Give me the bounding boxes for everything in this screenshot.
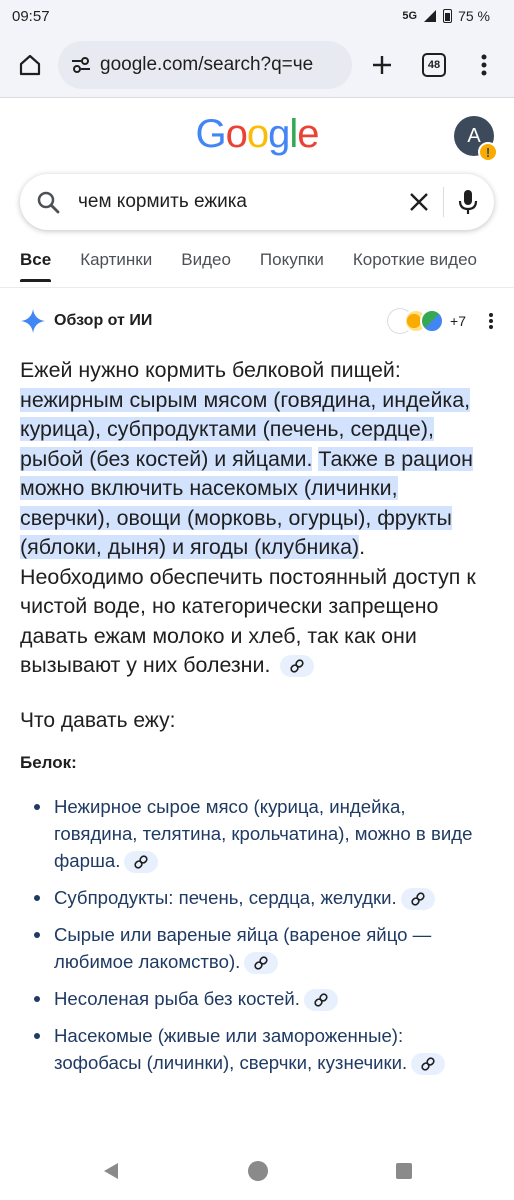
- status-icons: 5G 75 %: [402, 8, 490, 24]
- clear-icon[interactable]: [409, 192, 429, 212]
- link-icon: [411, 891, 425, 906]
- browser-toolbar: google.com/search?q=че 48: [0, 32, 514, 98]
- source-favicon-icon: [420, 309, 445, 333]
- browser-menu-button[interactable]: [464, 45, 504, 85]
- list-item: Несоленая рыба без костей.: [34, 985, 494, 1012]
- source-link-button[interactable]: [280, 655, 315, 678]
- site-settings-icon[interactable]: [70, 54, 92, 76]
- tab-all[interactable]: Все: [20, 246, 52, 287]
- plus-icon: [373, 55, 391, 74]
- more-sources-count: +7: [450, 313, 466, 329]
- ai-overview-header: Обзор от ИИ +7: [0, 306, 514, 336]
- gemini-sparkle-icon: [21, 309, 45, 333]
- status-time: 09:57: [12, 7, 50, 25]
- link-icon: [314, 992, 328, 1007]
- battery-level: 75 %: [458, 8, 490, 24]
- ai-sources[interactable]: +7: [388, 309, 466, 333]
- link-icon: [254, 955, 268, 970]
- ai-overview-text: Ежей нужно кормить белковой пищей: нежир…: [0, 356, 514, 681]
- new-tab-button[interactable]: [362, 45, 402, 85]
- more-vert-icon: [481, 54, 487, 75]
- account-avatar[interactable]: A !: [454, 116, 498, 162]
- home-icon: [19, 54, 41, 75]
- tab-count: 48: [422, 52, 446, 77]
- search-box[interactable]: чем кормить ежика: [20, 174, 494, 230]
- google-header: Google A !: [0, 98, 514, 172]
- url-text: google.com/search?q=че: [100, 53, 314, 75]
- list-item: Сырые или вареные яйца (вареное яйцо — л…: [34, 921, 494, 975]
- link-icon: [290, 659, 304, 673]
- source-link-button[interactable]: [400, 887, 435, 910]
- tab-short-videos[interactable]: Короткие видео: [353, 246, 477, 287]
- search-tabs: Все Картинки Видео Покупки Короткие виде…: [0, 246, 514, 288]
- google-logo[interactable]: Google: [0, 112, 514, 157]
- back-icon[interactable]: [101, 1161, 121, 1181]
- link-icon: [421, 1056, 435, 1071]
- section-title: Что давать ежу:: [20, 708, 176, 732]
- avatar-letter: A: [467, 124, 481, 147]
- status-bar: 09:57 5G 75 %: [0, 0, 514, 32]
- search-icon: [37, 191, 60, 214]
- food-list: Нежирное сырое мясо (курица, индейка, го…: [0, 793, 514, 1076]
- source-link-button[interactable]: [124, 850, 159, 873]
- search-input[interactable]: чем кормить ежика: [78, 191, 409, 213]
- list-item: Субпродукты: печень, сердца, желудки.: [34, 884, 494, 911]
- battery-icon: [443, 9, 453, 23]
- list-item: Насекомые (живые или замороженные): зофо…: [34, 1022, 494, 1076]
- source-link-button[interactable]: [411, 1052, 446, 1075]
- home-circle-icon[interactable]: [247, 1160, 269, 1182]
- search-divider: [443, 187, 444, 217]
- ai-overview-menu-icon[interactable]: [488, 312, 494, 330]
- ai-intro: Ежей нужно кормить белковой пищей:: [20, 358, 401, 382]
- network-type: 5G: [402, 10, 418, 22]
- tab-images[interactable]: Картинки: [80, 246, 152, 287]
- link-icon: [134, 854, 149, 869]
- home-button[interactable]: [10, 45, 50, 85]
- source-link-button[interactable]: [244, 951, 279, 974]
- tab-switcher-button[interactable]: 48: [414, 45, 454, 85]
- alert-badge: !: [478, 142, 498, 162]
- subhead-protein: Белок:: [20, 752, 77, 772]
- signal-icon: [424, 10, 437, 22]
- source-link-button[interactable]: [303, 988, 338, 1011]
- recents-icon[interactable]: [395, 1162, 413, 1180]
- tab-shopping[interactable]: Покупки: [260, 246, 324, 287]
- microphone-icon[interactable]: [458, 189, 478, 215]
- list-item: Нежирное сырое мясо (курица, индейка, го…: [34, 793, 494, 874]
- tab-videos[interactable]: Видео: [181, 246, 231, 287]
- system-nav-bar: [0, 1142, 514, 1200]
- ai-overview-title: Обзор от ИИ: [54, 312, 153, 329]
- address-bar[interactable]: google.com/search?q=че: [58, 40, 352, 89]
